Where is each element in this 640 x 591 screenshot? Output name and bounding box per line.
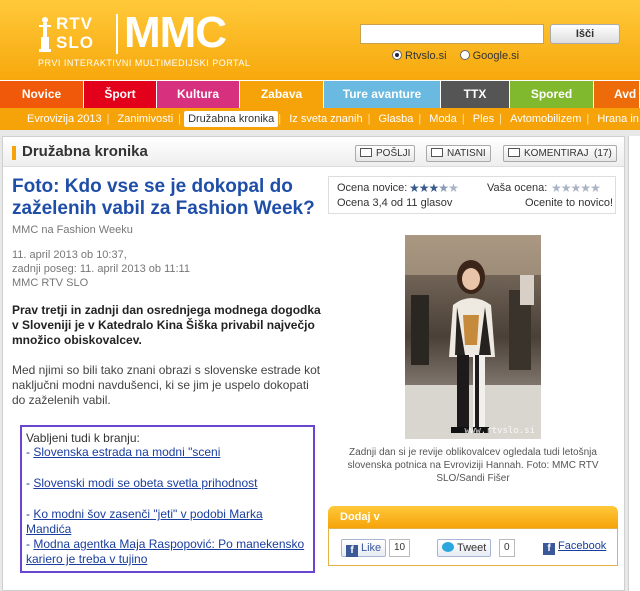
- tab-ttx[interactable]: TTX: [441, 81, 510, 108]
- radio-rtvslo[interactable]: [392, 50, 402, 60]
- star-icon: ★: [570, 181, 582, 195]
- subnav-avtomobilizem[interactable]: Avtomobilizem: [505, 108, 586, 130]
- share-box: f Like 10 Tweet 0 f Facebook: [328, 528, 618, 566]
- site-tagline: PRVI INTERAKTIVNI MULTIMEDIJSKI PORTAL: [38, 58, 251, 68]
- envelope-icon: [360, 148, 372, 157]
- tab-spored[interactable]: Spored: [510, 81, 594, 108]
- star-icon: ★: [590, 181, 601, 195]
- rate-cta[interactable]: Ocenite to novico!: [525, 197, 613, 209]
- subnav-zanimivosti[interactable]: Zanimivosti: [113, 108, 179, 130]
- like-count: 10: [389, 539, 411, 557]
- star-icon: ★: [409, 181, 420, 195]
- reader-rating-label: Ocena novice:: [337, 182, 408, 194]
- logo-text-rtv: RTV: [56, 14, 93, 33]
- rating-box: Ocena novice: ★★★★★ Ocena 3,4 od 11 glas…: [328, 176, 616, 214]
- radio-rtvslo-label[interactable]: Rtvslo.si: [405, 50, 447, 62]
- star-icon: ★: [580, 181, 591, 195]
- your-rating-stars[interactable]: ★★★★★: [551, 181, 601, 195]
- published-date: 11. april 2013 ob 10:37,: [12, 249, 127, 261]
- article-headline: Foto: Kdo vse se je dokopal do zaželenih…: [12, 176, 315, 219]
- article-meta: 11. april 2013 ob 10:37, zadnji poseg: 1…: [12, 248, 190, 290]
- article-source: MMC RTV SLO: [12, 277, 89, 289]
- your-rating-label: Vaša ocena:: [487, 182, 548, 194]
- comment-icon: [508, 148, 520, 157]
- related-label: Vabljeni tudi k branju:: [26, 431, 140, 445]
- send-button-label: POŠLJI: [376, 148, 411, 159]
- facebook-icon: f: [543, 543, 555, 555]
- like-label: Like: [361, 542, 382, 554]
- subnav-evrovizija[interactable]: Evrovizija 2013: [22, 108, 107, 130]
- print-button[interactable]: NATISNI: [426, 145, 491, 162]
- site-header: RTV SLO MMC PRVI INTERAKTIVNI MULTIMEDIJ…: [0, 0, 640, 80]
- subnav-druzabna-kronika[interactable]: Družabna kronika: [184, 111, 279, 127]
- related-link-3[interactable]: Ko modni šov zasenči "jeti" v podobi Mar…: [26, 507, 263, 536]
- search-engine-options: Rtvslo.si Google.si: [392, 50, 519, 62]
- related-articles-box: Vabljeni tudi k branju: - Slovenska estr…: [20, 425, 315, 573]
- tweet-button[interactable]: Tweet: [437, 539, 492, 557]
- subnav-moda[interactable]: Moda: [424, 108, 462, 130]
- tab-kultura[interactable]: Kultura: [157, 81, 240, 108]
- tab-avd[interactable]: Avd: [594, 81, 640, 108]
- search-input[interactable]: [360, 24, 544, 44]
- subnav-iz-sveta-znanih[interactable]: Iz sveta znanih: [284, 108, 367, 130]
- comment-button-label: KOMENTIRAJ: [524, 148, 589, 159]
- twitter-icon: [442, 542, 454, 552]
- article-paragraph: Med njimi so bili tako znani obrazi s sl…: [12, 363, 321, 407]
- logo-text-mmc: MMC: [124, 8, 227, 57]
- section-marker: [12, 146, 16, 160]
- statue-icon: [39, 17, 51, 52]
- article-byline: MMC na Fashion Weeku: [12, 224, 133, 236]
- photo-illustration: [405, 235, 541, 439]
- comment-count: (17): [594, 148, 612, 159]
- star-icon: ★: [551, 181, 562, 195]
- rating-score-text: Ocena 3,4 od 11 glasov: [337, 197, 453, 209]
- tab-ture-avanture[interactable]: Ture avanture: [324, 81, 441, 108]
- comment-button[interactable]: KOMENTIRAJ (17): [503, 145, 617, 162]
- related-link-1[interactable]: Slovenska estrada na modni "sceni: [33, 445, 220, 459]
- star-icon: ★: [428, 181, 440, 195]
- tweet-label: Tweet: [457, 542, 487, 554]
- printer-icon: [431, 148, 443, 157]
- facebook-share-label: Facebook: [558, 540, 607, 552]
- radio-google[interactable]: [459, 50, 470, 60]
- tab-zabava[interactable]: Zabava: [240, 81, 324, 108]
- radio-google-label[interactable]: Google.si: [473, 50, 519, 62]
- rtv-slo-logo: RTV SLO: [34, 14, 116, 54]
- tab-novice[interactable]: Novice: [0, 81, 84, 108]
- logo-divider: [116, 14, 118, 54]
- sub-nav: Evrovizija 2013 | Zanimivosti | Družabna k…: [0, 108, 640, 130]
- search-button[interactable]: Išči: [550, 24, 620, 44]
- main-nav: Novice Šport Kultura Zabava Ture avantur…: [0, 80, 640, 108]
- subnav-ples[interactable]: Ples: [468, 108, 499, 130]
- star-icon: ★: [448, 181, 459, 195]
- send-button[interactable]: POŠLJI: [355, 145, 416, 162]
- article-photo[interactable]: www.rtvslo.si: [405, 235, 541, 439]
- updated-date: zadnji poseg: 11. april 2013 ob 11:11: [12, 263, 190, 275]
- article-lead: Prav tretji in zadnji dan osrednjega mod…: [12, 303, 321, 347]
- star-icon: ★: [560, 181, 572, 195]
- photo-watermark: www.rtvslo.si: [464, 426, 535, 436]
- subnav-glasba[interactable]: Glasba: [374, 108, 419, 130]
- section-title: Družabna kronika: [22, 143, 148, 160]
- tweet-count: 0: [499, 539, 515, 557]
- star-icon: ★: [418, 181, 430, 195]
- subnav-hrana[interactable]: Hrana in p: [592, 108, 640, 130]
- logo-text-slo: SLO: [56, 33, 94, 52]
- facebook-icon: f: [346, 545, 358, 557]
- related-link-4[interactable]: Modna agentka Maja Raspopović: Po maneke…: [26, 537, 304, 566]
- tab-sport[interactable]: Šport: [84, 81, 157, 108]
- print-button-label: NATISNI: [447, 148, 486, 159]
- photo-caption: Zadnji dan si je revije oblikovalcev ogl…: [347, 447, 599, 484]
- share-box-title: Dodaj v: [328, 506, 618, 528]
- related-link-2[interactable]: Slovenski modi se obeta svetla prihodnos…: [33, 476, 257, 490]
- star-icon: ★: [438, 181, 449, 195]
- right-column-edge: [628, 136, 640, 591]
- reader-rating-stars: ★★★★★: [409, 181, 459, 195]
- facebook-share-link[interactable]: f Facebook: [543, 540, 606, 555]
- facebook-like-button[interactable]: f Like: [341, 539, 387, 557]
